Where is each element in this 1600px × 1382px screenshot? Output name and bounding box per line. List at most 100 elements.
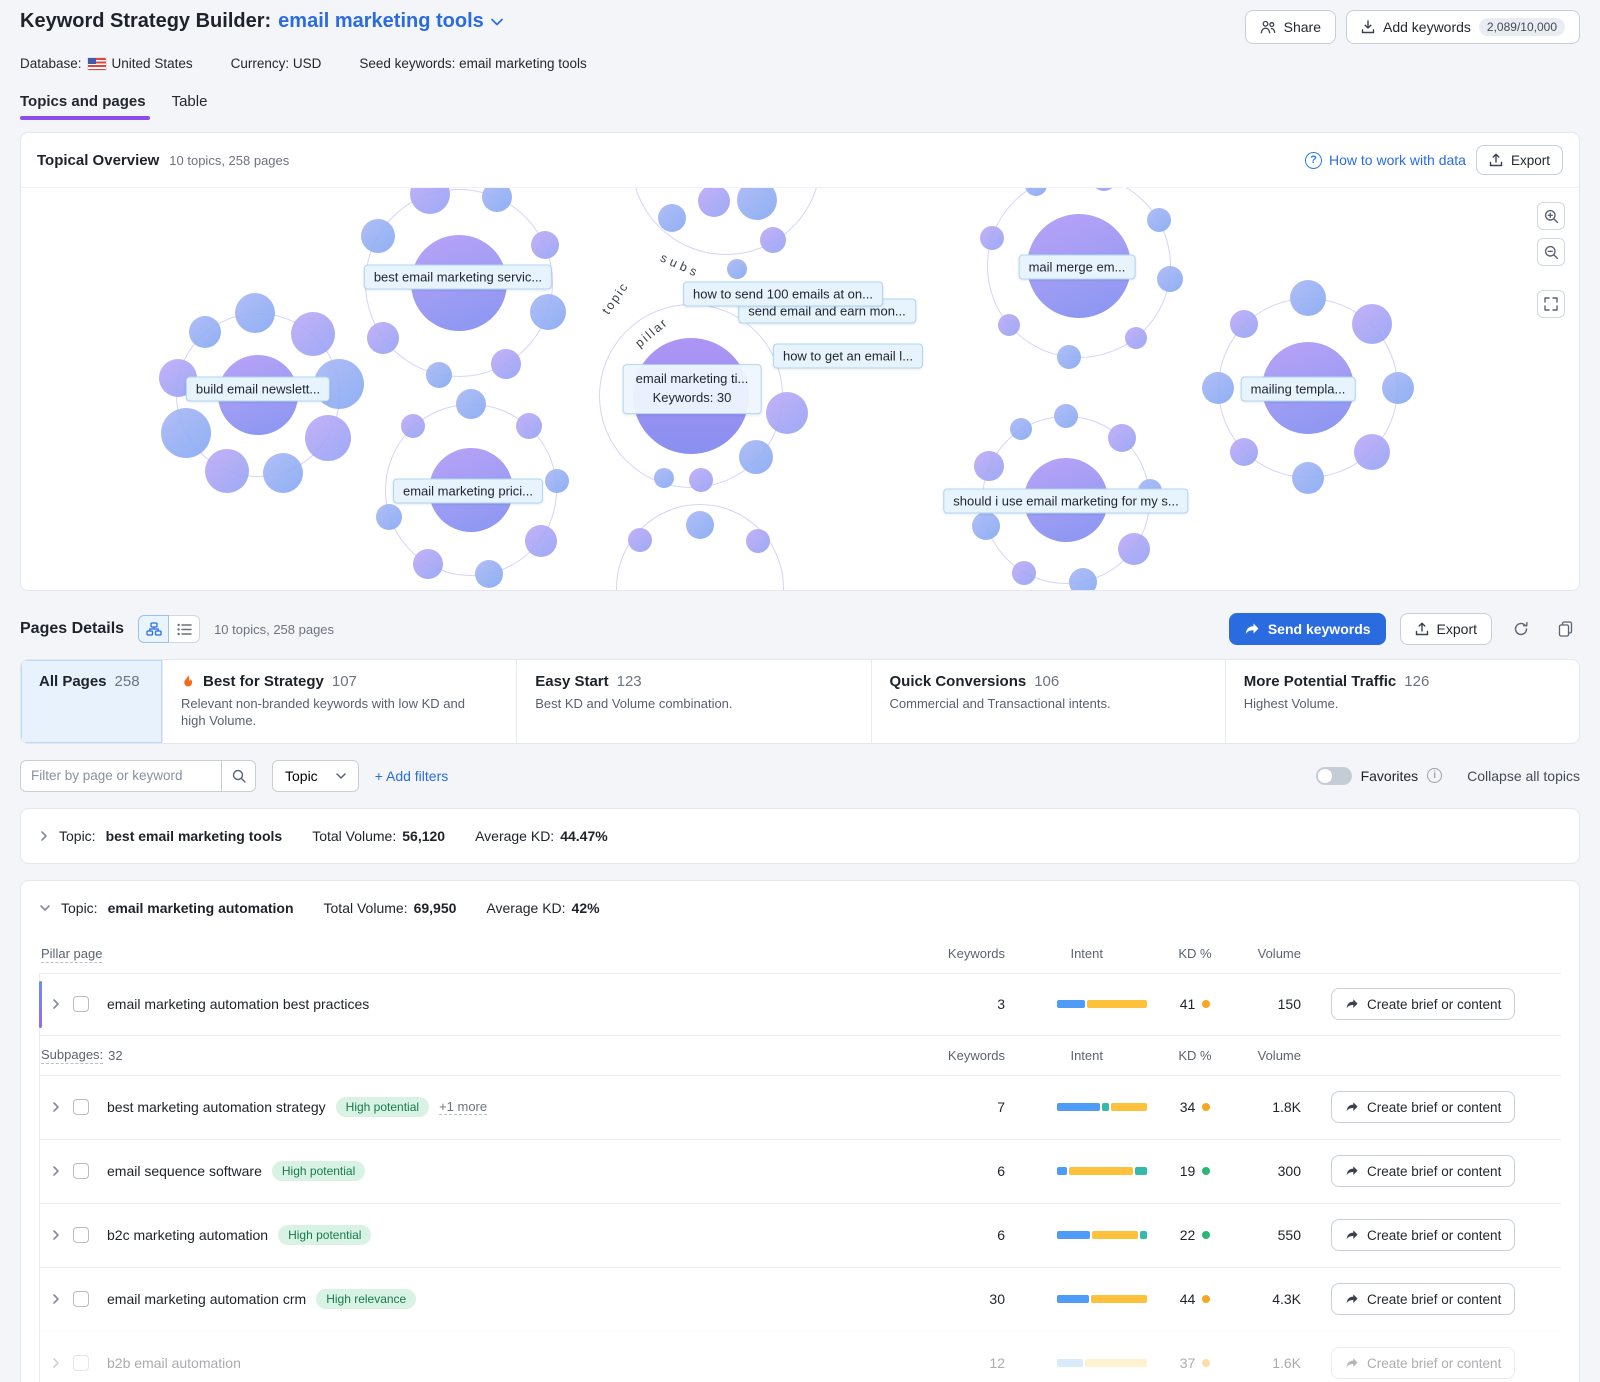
- collapse-all-topics-link[interactable]: Collapse all topics: [1467, 768, 1580, 784]
- tab-topics-and-pages[interactable]: Topics and pages: [20, 93, 146, 120]
- create-brief-button[interactable]: Create brief or content: [1331, 1091, 1515, 1123]
- topic-chip-mailing-templates[interactable]: mailing templa...: [1241, 377, 1356, 402]
- topic-chip-get-email-list[interactable]: how to get an email l...: [773, 344, 923, 369]
- page-bubble[interactable]: [1012, 561, 1036, 585]
- topic-chip-should-use[interactable]: should i use email marketing for my s...: [943, 489, 1188, 514]
- page-bubble[interactable]: [361, 219, 395, 253]
- strategy-card-more-potential-traffic[interactable]: More Potential Traffic 126 Highest Volum…: [1226, 660, 1579, 743]
- refresh-button[interactable]: [1506, 614, 1536, 644]
- page-bubble[interactable]: [746, 529, 770, 553]
- filter-input[interactable]: [20, 760, 222, 792]
- page-bubble[interactable]: [1230, 438, 1258, 466]
- page-bubble[interactable]: [766, 392, 808, 434]
- page-name[interactable]: email marketing automation best practice…: [107, 996, 369, 1012]
- page-bubble[interactable]: [980, 226, 1004, 250]
- more-badges-link[interactable]: +1 more: [439, 1099, 487, 1115]
- favorites-toggle[interactable]: [1316, 767, 1352, 785]
- page-bubble[interactable]: [1054, 404, 1078, 428]
- topical-export-button[interactable]: Export: [1476, 145, 1563, 175]
- page-bubble[interactable]: [161, 408, 211, 458]
- page-bubble[interactable]: [1292, 462, 1324, 494]
- share-button[interactable]: Share: [1245, 10, 1336, 44]
- page-bubble[interactable]: [1157, 266, 1183, 292]
- fit-view-button[interactable]: [1537, 290, 1565, 318]
- page-name[interactable]: email sequence software: [107, 1163, 262, 1179]
- chevron-right-icon[interactable]: [39, 1101, 73, 1113]
- pillar-topic-chip[interactable]: email marketing ti... Keywords: 30: [623, 364, 762, 414]
- page-bubble[interactable]: [525, 525, 557, 557]
- strategy-card-best-for-strategy[interactable]: Best for Strategy 107 Relevant non-brand…: [163, 660, 517, 743]
- list-view-button[interactable]: [169, 615, 200, 643]
- page-bubble[interactable]: [531, 231, 559, 259]
- page-bubble[interactable]: [530, 294, 566, 330]
- page-name[interactable]: email marketing automation crm: [107, 1291, 306, 1307]
- chevron-down-icon[interactable]: [491, 18, 503, 26]
- row-checkbox[interactable]: [73, 1291, 89, 1307]
- copy-button[interactable]: [1550, 614, 1580, 644]
- page-name[interactable]: b2b email automation: [107, 1355, 241, 1371]
- page-bubble[interactable]: [426, 362, 452, 388]
- page-bubble[interactable]: [305, 415, 351, 461]
- page-bubble[interactable]: [376, 504, 402, 530]
- page-bubble[interactable]: [1108, 424, 1136, 452]
- page-bubble[interactable]: [654, 468, 674, 488]
- strategy-card-quick-conversions[interactable]: Quick Conversions 106 Commercial and Tra…: [872, 660, 1226, 743]
- page-bubble[interactable]: [456, 389, 486, 419]
- page-bubble[interactable]: [1382, 372, 1414, 404]
- page-bubble[interactable]: [689, 468, 713, 492]
- page-bubble[interactable]: [235, 293, 275, 333]
- page-bubble[interactable]: [1125, 327, 1147, 349]
- page-bubble[interactable]: [1147, 208, 1171, 232]
- topic-header[interactable]: Topic: email marketing automation Total …: [39, 881, 1561, 935]
- search-button[interactable]: [222, 760, 256, 792]
- create-brief-button[interactable]: Create brief or content: [1331, 1219, 1515, 1251]
- row-checkbox[interactable]: [73, 1099, 89, 1115]
- page-name[interactable]: best marketing automation strategy: [107, 1099, 326, 1115]
- topic-chip-build-newsletter[interactable]: build email newslett...: [186, 377, 330, 402]
- project-name[interactable]: email marketing tools: [278, 10, 484, 33]
- create-brief-button[interactable]: Create brief or content: [1331, 988, 1515, 1020]
- page-bubble[interactable]: [739, 440, 773, 474]
- create-brief-button[interactable]: Create brief or content: [1331, 1283, 1515, 1315]
- row-checkbox[interactable]: [73, 1163, 89, 1179]
- chevron-right-icon[interactable]: [39, 998, 73, 1010]
- topic-chip-mail-merge[interactable]: mail merge em...: [1019, 255, 1136, 280]
- row-checkbox[interactable]: [73, 1355, 89, 1371]
- create-brief-button[interactable]: Create brief or content: [1331, 1347, 1515, 1379]
- send-keywords-button[interactable]: Send keywords: [1229, 613, 1386, 645]
- topic-chip-pricing[interactable]: email marketing prici...: [393, 479, 543, 504]
- tree-view-button[interactable]: [138, 615, 169, 643]
- chevron-right-icon[interactable]: [39, 830, 49, 842]
- chevron-right-icon[interactable]: [39, 1357, 73, 1369]
- page-bubble[interactable]: [998, 314, 1020, 336]
- page-bubble[interactable]: [1202, 372, 1234, 404]
- chevron-right-icon[interactable]: [39, 1293, 73, 1305]
- topic-chip-send-100[interactable]: how to send 100 emails at on...: [683, 282, 883, 307]
- page-bubble[interactable]: [545, 469, 569, 493]
- page-bubble[interactable]: [1118, 533, 1150, 565]
- page-bubble[interactable]: [727, 259, 747, 279]
- how-to-work-link[interactable]: ? How to work with data: [1305, 152, 1466, 169]
- zoom-in-button[interactable]: [1537, 202, 1565, 230]
- chevron-right-icon[interactable]: [39, 1165, 73, 1177]
- page-bubble[interactable]: [628, 528, 652, 552]
- zoom-out-button[interactable]: [1537, 238, 1565, 266]
- strategy-card-easy-start[interactable]: Easy Start 123 Best KD and Volume combin…: [517, 660, 871, 743]
- row-checkbox[interactable]: [73, 996, 89, 1012]
- page-bubble[interactable]: [686, 511, 714, 539]
- page-bubble[interactable]: [972, 512, 1000, 540]
- topic-chip-best-services[interactable]: best email marketing servic...: [364, 265, 552, 290]
- page-bubble[interactable]: [760, 227, 786, 253]
- page-bubble[interactable]: [263, 453, 303, 493]
- row-checkbox[interactable]: [73, 1227, 89, 1243]
- strategy-card-all-pages[interactable]: All Pages 258: [21, 660, 163, 743]
- chevron-down-icon[interactable]: [39, 903, 51, 913]
- page-bubble[interactable]: [1290, 280, 1326, 316]
- page-bubble[interactable]: [516, 413, 542, 439]
- page-bubble[interactable]: [974, 451, 1004, 481]
- page-bubble[interactable]: [475, 560, 503, 588]
- tab-table[interactable]: Table: [172, 93, 208, 120]
- pages-export-button[interactable]: Export: [1400, 613, 1492, 645]
- page-name[interactable]: b2c marketing automation: [107, 1227, 268, 1243]
- page-bubble[interactable]: [367, 322, 399, 354]
